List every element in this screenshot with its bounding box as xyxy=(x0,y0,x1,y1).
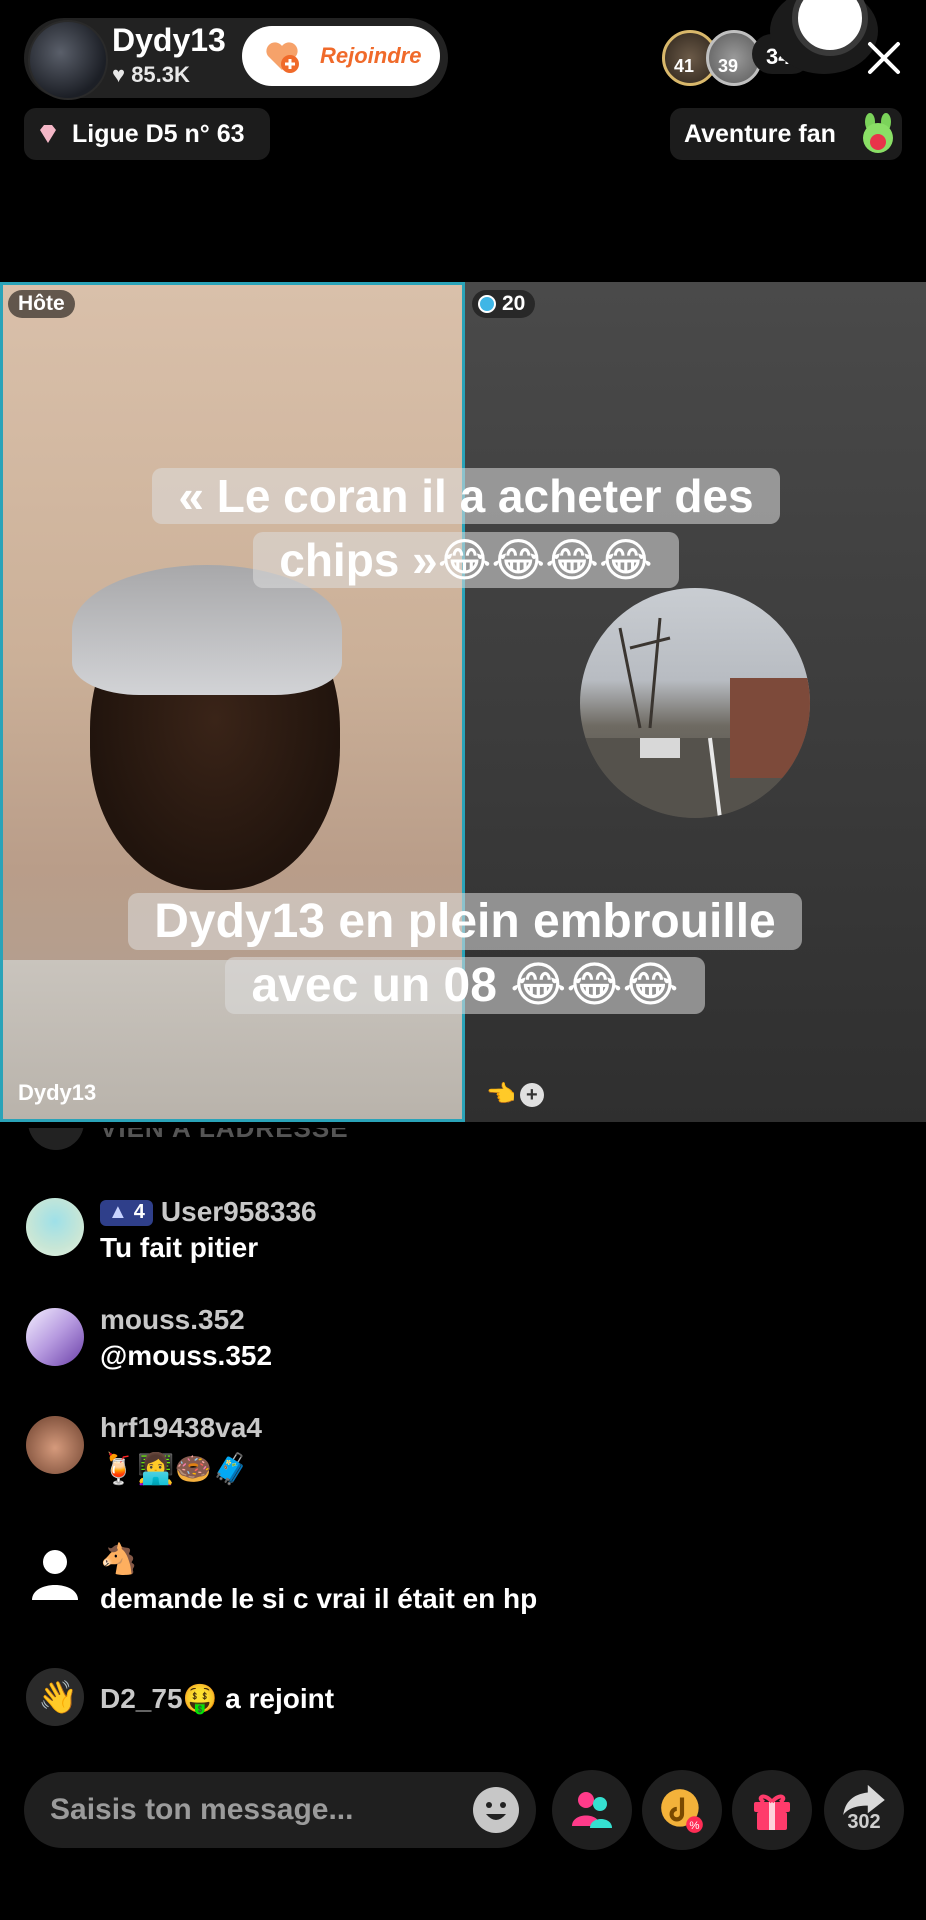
guest-score-badge: 20 xyxy=(472,290,536,318)
faded-chat-message: VIEN A LADRESSE xyxy=(100,1128,349,1143)
level-badge: ▲ 4 xyxy=(100,1199,153,1226)
guest-camera-preview[interactable] xyxy=(580,588,810,818)
tiktok-coin-icon: % xyxy=(661,1789,703,1833)
close-icon[interactable] xyxy=(862,36,906,80)
fan-adventure-button[interactable]: Aventure fan xyxy=(670,108,902,160)
caption-bottom-text: Dydy13 en plein embrouille avec un 08 😂😂… xyxy=(128,893,802,1014)
share-count: 302 xyxy=(847,1810,881,1833)
people-icon xyxy=(572,1792,612,1828)
chat-username[interactable]: User958336 xyxy=(161,1196,317,1227)
chat-text: 🍹👩‍💻🍩🧳 xyxy=(100,1453,250,1486)
faded-chat-avatar xyxy=(28,1128,88,1150)
chat-message: hrf19438va4 🍹👩‍💻🍩🧳 xyxy=(100,1412,262,1487)
host-tag: Hôte xyxy=(8,290,75,318)
top-viewer-2-count: 39 xyxy=(718,56,739,76)
pointing-hand-icon: 👈 xyxy=(486,1081,516,1108)
chat-username-line: ▲ 4 User958336 xyxy=(100,1196,317,1228)
guest-score: 20 xyxy=(502,292,526,315)
chat-username[interactable]: hrf19438va4 xyxy=(100,1412,262,1444)
join-notice-user[interactable]: D2_75🤑 xyxy=(100,1683,217,1714)
triangle-icon: ▲ xyxy=(108,1201,128,1223)
svg-text:%: % xyxy=(689,1820,699,1832)
chat-message: mouss.352 @mouss.352 xyxy=(100,1304,272,1372)
diamond-icon xyxy=(36,122,60,146)
chat-username[interactable]: mouss.352 xyxy=(100,1304,272,1336)
host-avatar[interactable] xyxy=(28,20,108,100)
league-label: Ligue D5 n° 63 xyxy=(72,119,245,148)
chat-text: @mouss.352 xyxy=(100,1340,273,1371)
chat-message: ▲ 4 User958336 Tu fait pitier xyxy=(100,1196,317,1264)
message-input-placeholder: Saisis ton message... xyxy=(50,1793,354,1826)
caption-top: « Le coran il a acheter des chips »😂😂😂😂 xyxy=(128,464,804,592)
host-likes: ♥ 85.3K xyxy=(112,62,190,88)
mascot-icon xyxy=(856,112,900,156)
gift-button[interactable] xyxy=(732,1770,812,1850)
heart-icon: ♥ xyxy=(112,62,126,87)
chat-avatar[interactable] xyxy=(26,1416,84,1474)
guest-actions[interactable]: 👈 + xyxy=(486,1080,544,1109)
caption-bottom: Dydy13 en plein embrouille avec un 08 😂😂… xyxy=(110,890,820,1018)
chat-avatar[interactable] xyxy=(26,1198,84,1256)
heart-plus-icon xyxy=(266,42,299,73)
chat-text: Tu fait pitier xyxy=(100,1232,259,1263)
score-icon xyxy=(478,295,496,313)
chat-avatar[interactable] xyxy=(26,1308,84,1366)
plus-icon[interactable]: + xyxy=(519,1082,544,1107)
gift-icon xyxy=(754,1794,790,1830)
join-button-label: Rejoindre xyxy=(320,43,422,68)
tiktok-coin-button[interactable]: % xyxy=(642,1770,722,1850)
caption-top-text: « Le coran il a acheter des chips »😂😂😂😂 xyxy=(152,468,780,588)
host-likes-count: 85.3K xyxy=(131,62,190,87)
wave-hand-icon: 👋 xyxy=(38,1679,78,1715)
emoji-icon[interactable] xyxy=(472,1786,520,1834)
host-name: Dydy13 xyxy=(112,22,226,58)
join-notice-text: a rejoint xyxy=(225,1683,335,1714)
chat-text: demande le si c vrai il était en hp xyxy=(100,1583,538,1614)
top-viewer-1-count: 41 xyxy=(674,56,695,76)
multi-guest-button[interactable] xyxy=(552,1770,632,1850)
fan-adventure-label: Aventure fan xyxy=(684,119,836,148)
league-badge[interactable]: Ligue D5 n° 63 xyxy=(24,108,270,160)
default-avatar-icon[interactable] xyxy=(26,1544,84,1602)
chat-username[interactable]: 🐴 xyxy=(100,1542,537,1577)
share-button[interactable]: 302 xyxy=(824,1770,904,1850)
chat-message: 🐴 demande le si c vrai il était en hp xyxy=(100,1542,537,1615)
host-video-name: Dydy13 xyxy=(18,1080,97,1105)
join-notice: D2_75🤑 a rejoint xyxy=(100,1682,334,1715)
